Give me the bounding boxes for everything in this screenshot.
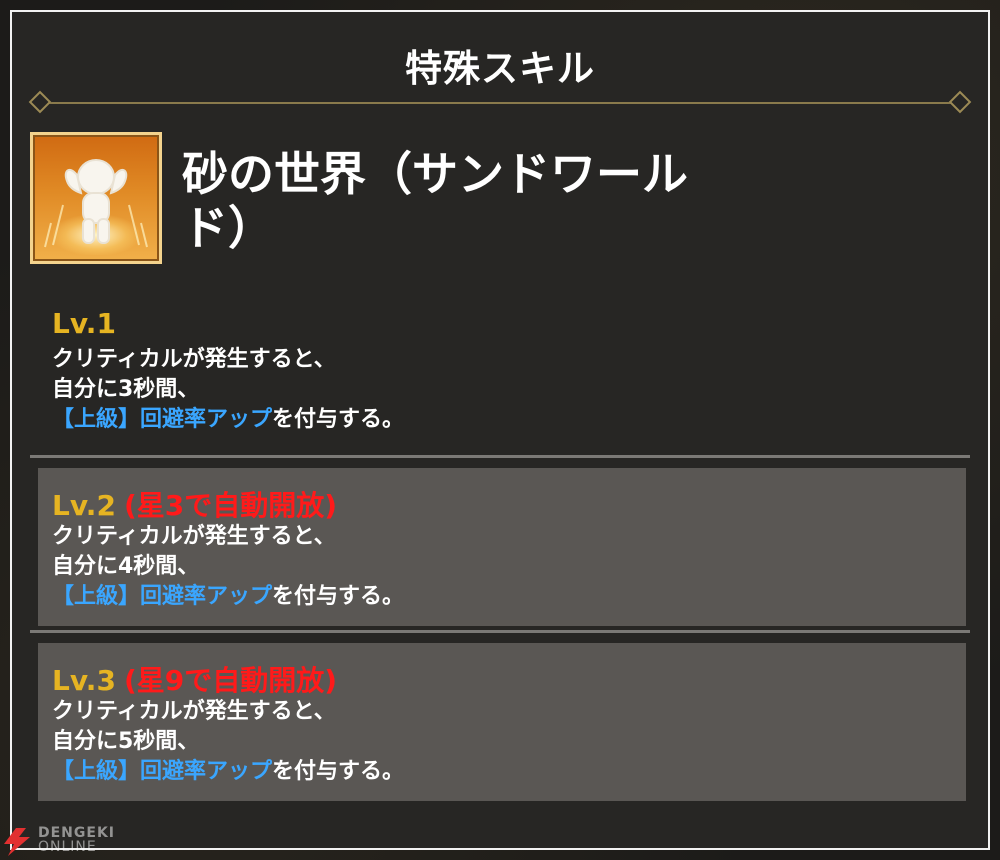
level-desc-line3: 【上級】回避率アップを付与する。	[52, 582, 966, 612]
effect-highlight: 【上級】回避率アップ	[52, 407, 273, 432]
flexing-figure-icon	[30, 132, 162, 264]
watermark-line1: DENGEKI	[38, 825, 116, 841]
level-desc-line1: クリティカルが発生すると、	[52, 524, 336, 549]
effect-highlight: 【上級】回避率アップ	[52, 584, 273, 609]
effect-highlight: 【上級】回避率アップ	[52, 759, 273, 784]
level-label: Lv.1	[52, 307, 116, 340]
skill-name: 砂の世界（サンドワール ド）	[182, 147, 742, 255]
level-2-block: Lv.2 (星3で自動開放) クリティカルが発生すると、 自分に4秒間、 【上級】…	[38, 468, 966, 626]
level-3-block: Lv.3 (星9で自動開放) クリティカルが発生すると、 自分に5秒間、 【上級】…	[38, 643, 966, 801]
watermark: DENGEKI ONLINE	[2, 826, 132, 856]
level-header: Lv.2 (星3で自動開放)	[52, 484, 966, 522]
level-separator	[30, 630, 970, 633]
level-header: Lv.1	[52, 307, 972, 345]
level-desc-line3: 【上級】回避率アップを付与する。	[52, 405, 972, 435]
level-desc-line2: 自分に3秒間、	[52, 377, 200, 402]
level-desc-line1: クリティカルが発生すると、	[52, 347, 336, 372]
level-desc-line1: クリティカルが発生すると、	[52, 699, 336, 724]
skill-name-line1: 砂の世界（サンドワール	[182, 147, 688, 201]
level-header: Lv.3 (星9で自動開放)	[52, 659, 966, 697]
level-desc-line3: 【上級】回避率アップを付与する。	[52, 757, 966, 787]
level-label: Lv.2	[52, 489, 116, 522]
level-desc-line2: 自分に5秒間、	[52, 729, 200, 754]
watermark-line2: ONLINE	[38, 839, 97, 855]
level-1-block: Lv.1 クリティカルが発生すると、 自分に3秒間、 【上級】回避率アップを付与…	[52, 307, 972, 447]
lightning-bolt-icon	[4, 828, 30, 856]
effect-suffix: を付与する。	[272, 407, 405, 432]
skill-name-line2: ド）	[182, 201, 274, 255]
divider-diamond-right-icon	[948, 90, 972, 114]
skill-panel: 特殊スキル 砂の世界（サンドワール ド） Lv.1 クリティカルが発生すると、 …	[10, 10, 990, 850]
level-separator	[30, 455, 970, 458]
title-divider	[38, 102, 962, 104]
unlock-condition: (星3で自動開放)	[123, 489, 338, 522]
level-desc-line2: 自分に4秒間、	[52, 554, 200, 579]
panel-title: 特殊スキル	[405, 47, 595, 90]
divider-diamond-left-icon	[28, 90, 52, 114]
unlock-condition: (星9で自動開放)	[123, 664, 338, 697]
effect-suffix: を付与する。	[272, 584, 405, 609]
level-label: Lv.3	[52, 664, 116, 697]
effect-suffix: を付与する。	[272, 759, 405, 784]
